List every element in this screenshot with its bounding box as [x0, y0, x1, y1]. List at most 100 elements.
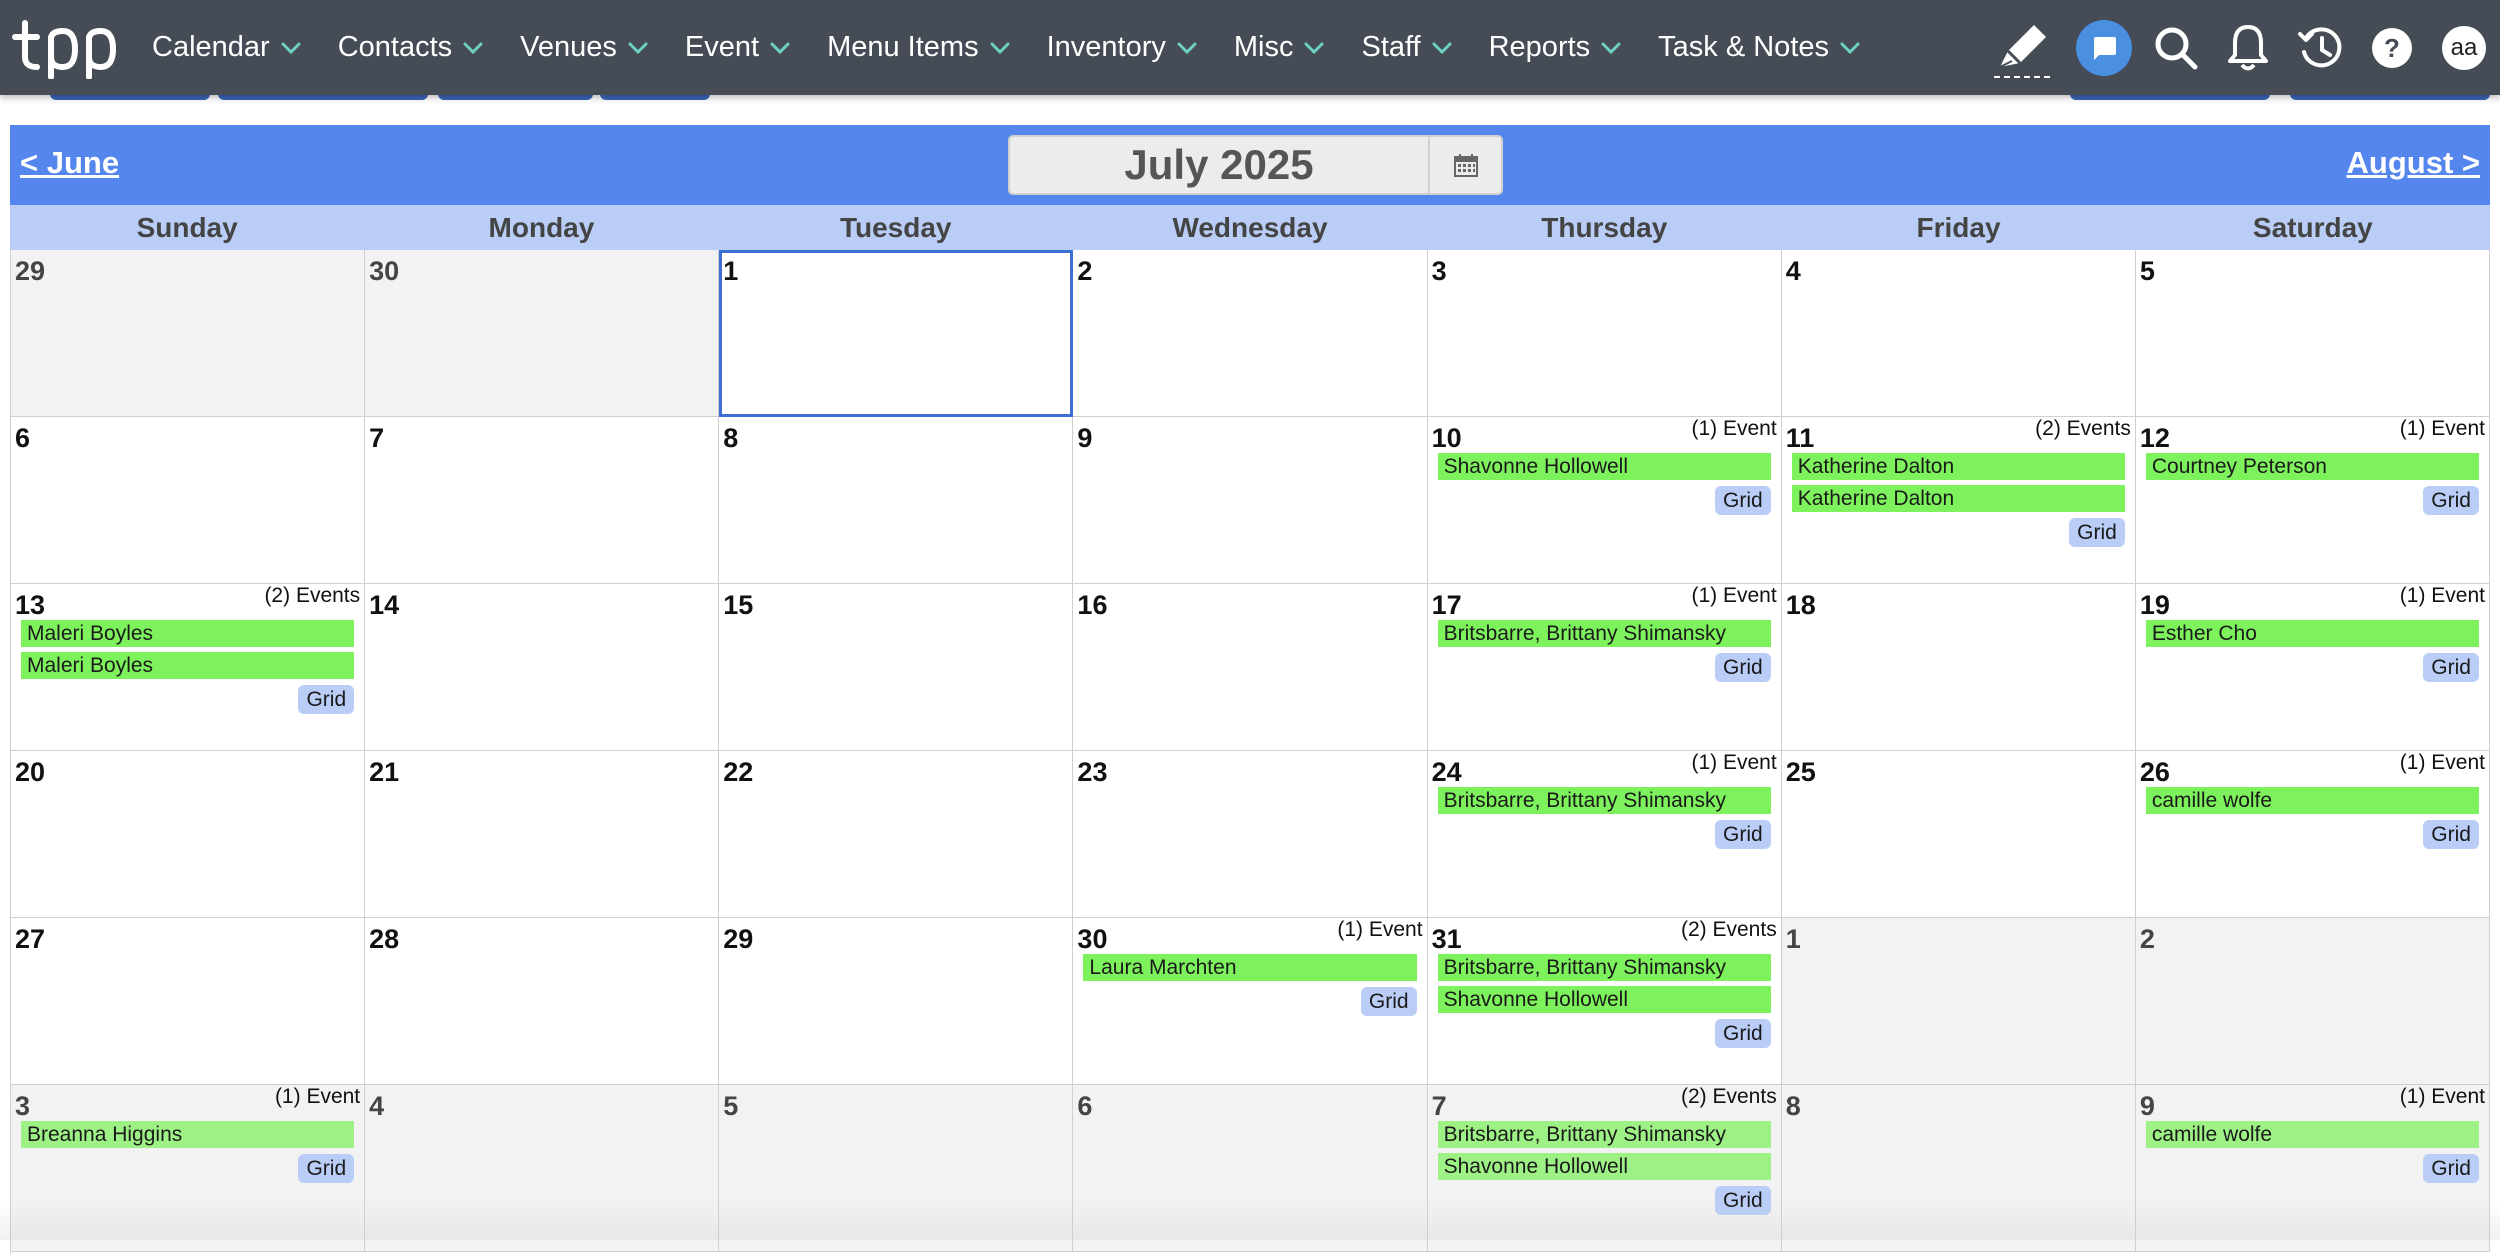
- menu-item-event[interactable]: Event: [673, 0, 815, 95]
- pen-button[interactable]: [1978, 0, 2068, 95]
- day-cell[interactable]: 29: [719, 918, 1074, 1085]
- day-cell[interactable]: 31 (2) Events Britsbarre, Brittany Shimans…: [1427, 918, 1782, 1085]
- grid-button[interactable]: Grid: [1715, 1019, 1771, 1048]
- event-item[interactable]: Shavonne Hollowell: [1437, 453, 1771, 480]
- day-cell[interactable]: 2: [1073, 250, 1428, 417]
- event-item[interactable]: Katherine Dalton: [1791, 485, 2125, 512]
- menu-item-menu-items[interactable]: Menu Items: [815, 0, 1035, 95]
- grid-button[interactable]: Grid: [1360, 987, 1417, 1016]
- event-item[interactable]: Courtney Peterson: [2145, 453, 2479, 480]
- day-cell[interactable]: 13 (2) Events Maleri Boyles Maleri Boyles Gr…: [11, 584, 366, 751]
- event-item[interactable]: Katherine Dalton: [1791, 453, 2125, 480]
- day-cell[interactable]: 15: [719, 584, 1074, 751]
- day-cell[interactable]: 20: [11, 751, 366, 918]
- day-cell[interactable]: 29: [11, 250, 366, 417]
- menu-item-task-notes[interactable]: Task & Notes: [1646, 0, 1885, 95]
- day-number: 24: [1431, 757, 1462, 787]
- event-item[interactable]: Britsbarre, Brittany Shimansky: [1437, 620, 1771, 647]
- notifications-button[interactable]: [2212, 0, 2284, 95]
- day-cell[interactable]: 10 (1) Event Shavonne Hollowell Grid: [1427, 417, 1782, 584]
- event-item[interactable]: Maleri Boyles: [21, 652, 355, 679]
- day-cell[interactable]: 23: [1073, 751, 1428, 918]
- grid-button[interactable]: Grid: [1715, 653, 1771, 682]
- day-cell[interactable]: 3 (1) Event Breanna Higgins Grid: [11, 1085, 366, 1252]
- day-cell[interactable]: 5: [2135, 250, 2490, 417]
- day-cell[interactable]: 6: [1073, 1085, 1428, 1252]
- grid-button[interactable]: Grid: [1715, 486, 1771, 515]
- day-cell[interactable]: 4: [365, 1085, 720, 1252]
- grid-button[interactable]: Grid: [1715, 1186, 1771, 1215]
- event-item[interactable]: Breanna Higgins: [21, 1121, 355, 1148]
- event-item[interactable]: Britsbarre, Brittany Shimansky: [1437, 1121, 1771, 1148]
- day-cell[interactable]: 9 (1) Event camille wolfe Grid: [2135, 1085, 2490, 1252]
- grid-button[interactable]: Grid: [1715, 820, 1771, 849]
- menu-item-inventory[interactable]: Inventory: [1035, 0, 1222, 95]
- grid-button[interactable]: Grid: [2423, 820, 2479, 849]
- history-button[interactable]: [2284, 0, 2356, 95]
- day-number: 11: [1785, 423, 1815, 453]
- grid-button[interactable]: Grid: [2423, 653, 2479, 682]
- day-cell[interactable]: 21: [365, 751, 720, 918]
- day-cell[interactable]: 24 (1) Event Britsbarre, Brittany Shimansk…: [1427, 751, 1782, 918]
- day-cell[interactable]: 7 (2) Events Britsbarre, Brittany Shimansk…: [1427, 1085, 1782, 1252]
- event-item[interactable]: Britsbarre, Brittany Shimansky: [1437, 787, 1771, 814]
- menu-item-contacts[interactable]: Contacts: [326, 0, 508, 95]
- chat-button[interactable]: [2068, 0, 2140, 95]
- day-cell[interactable]: 27: [11, 918, 366, 1085]
- day-cell[interactable]: 14: [365, 584, 720, 751]
- grid-button[interactable]: Grid: [2423, 1154, 2479, 1183]
- day-cell[interactable]: 6: [11, 417, 366, 584]
- grid-button[interactable]: Grid: [298, 1154, 355, 1183]
- day-cell[interactable]: 16: [1073, 584, 1428, 751]
- event-item[interactable]: Esther Cho: [2145, 620, 2479, 647]
- day-cell[interactable]: 9: [1073, 417, 1428, 584]
- day-cell[interactable]: 26 (1) Event camille wolfe Grid: [2135, 751, 2490, 918]
- search-button[interactable]: [2140, 0, 2212, 95]
- weekday-friday: Friday: [1916, 211, 2001, 243]
- menu-item-reports[interactable]: Reports: [1477, 0, 1647, 95]
- event-item[interactable]: camille wolfe: [2145, 1121, 2479, 1148]
- next-month-link[interactable]: August >: [2347, 145, 2480, 181]
- day-cell[interactable]: 1: [719, 250, 1074, 417]
- day-cell[interactable]: 18: [1781, 584, 2136, 751]
- event-item[interactable]: camille wolfe: [2145, 787, 2479, 814]
- menu-item-misc[interactable]: Misc: [1222, 0, 1350, 95]
- day-cell[interactable]: 5: [719, 1085, 1074, 1252]
- day-cell[interactable]: 3: [1427, 250, 1782, 417]
- month-calendar-button[interactable]: [1430, 137, 1501, 193]
- menu-item-venues[interactable]: Venues: [508, 0, 673, 95]
- day-number: 6: [15, 423, 31, 453]
- day-cell[interactable]: 8: [719, 417, 1074, 584]
- event-item[interactable]: Maleri Boyles: [21, 620, 355, 647]
- event-count: (1) Event: [1337, 918, 1423, 941]
- day-cell[interactable]: 25: [1781, 751, 2136, 918]
- day-cell[interactable]: 28: [365, 918, 720, 1085]
- day-cell[interactable]: 7: [365, 417, 720, 584]
- tpp-logo[interactable]: [0, 0, 140, 95]
- day-cell[interactable]: 8: [1781, 1085, 2136, 1252]
- grid-button[interactable]: Grid: [2423, 486, 2479, 515]
- event-item[interactable]: Shavonne Hollowell: [1437, 1153, 1771, 1180]
- prev-month-link[interactable]: < June: [20, 145, 119, 181]
- event-item[interactable]: Britsbarre, Brittany Shimansky: [1437, 954, 1771, 981]
- day-cell[interactable]: 22: [719, 751, 1074, 918]
- day-cell[interactable]: 30 (1) Event Laura Marchten Grid: [1073, 918, 1428, 1085]
- day-cell[interactable]: 12 (1) Event Courtney Peterson Grid: [2135, 417, 2490, 584]
- month-picker[interactable]: July 2025: [1008, 135, 1503, 195]
- day-cell[interactable]: 4: [1781, 250, 2136, 417]
- event-item[interactable]: Laura Marchten: [1083, 954, 1417, 981]
- day-cell[interactable]: 2: [2135, 918, 2490, 1085]
- day-cell[interactable]: 17 (1) Event Britsbarre, Brittany Shimansk…: [1427, 584, 1782, 751]
- grid-button[interactable]: Grid: [2069, 518, 2125, 547]
- menu-item-staff[interactable]: Staff: [1349, 0, 1476, 95]
- menu-item-calendar[interactable]: Calendar: [140, 0, 326, 95]
- day-cell[interactable]: 1: [1781, 918, 2136, 1085]
- help-button[interactable]: ?: [2356, 0, 2428, 95]
- day-number: 5: [723, 1091, 739, 1121]
- day-cell[interactable]: 11 (2) Events Katherine Dalton Katherine Da…: [1781, 417, 2136, 584]
- grid-button[interactable]: Grid: [298, 685, 355, 714]
- event-item[interactable]: Shavonne Hollowell: [1437, 986, 1771, 1013]
- day-cell[interactable]: 19 (1) Event Esther Cho Grid: [2135, 584, 2490, 751]
- day-cell[interactable]: 30: [365, 250, 720, 417]
- user-menu[interactable]: aa: [2428, 0, 2500, 95]
